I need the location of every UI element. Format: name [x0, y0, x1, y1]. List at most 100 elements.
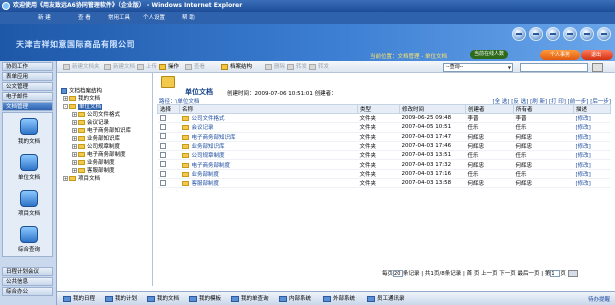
- menu-tools[interactable]: 常用工具: [108, 12, 130, 24]
- go-page-button[interactable]: [567, 270, 578, 277]
- menu-personal-settings[interactable]: 个人设置: [143, 12, 165, 24]
- archive-structure-button[interactable]: 档案结构: [221, 63, 252, 71]
- row-checkbox[interactable]: [159, 170, 166, 177]
- quick-my-docs[interactable]: 我的文档: [147, 295, 179, 304]
- quick-my-query[interactable]: 我的单查询: [231, 295, 269, 304]
- upload-button[interactable]: 上传: [137, 63, 157, 71]
- tree-unit-docs[interactable]: - 单位文档: [63, 104, 103, 111]
- search-shortcut[interactable]: 综合查询: [9, 226, 49, 254]
- home-circle-icon[interactable]: [563, 27, 577, 41]
- table-row[interactable]: 公司规章制度 文件夹 2007-04-03 13:51 任乐 任乐 [修改]: [157, 150, 611, 161]
- col-type[interactable]: 类型: [357, 104, 400, 114]
- row-edit-link[interactable]: [修改]: [573, 178, 611, 189]
- row-name[interactable]: 业务部知识库: [179, 141, 358, 152]
- personal-affairs-button[interactable]: 个人事务: [540, 50, 580, 60]
- expand-icon[interactable]: +: [63, 96, 68, 101]
- query-select[interactable]: --查询--: [443, 63, 513, 72]
- tree-item[interactable]: + 客服部制度: [72, 168, 115, 175]
- table-row[interactable]: 公司文件格式 文件夹 2009-06-25 09:48 李晋 李晋 [修改]: [157, 113, 611, 124]
- quick-external-system[interactable]: 外部系统: [323, 295, 355, 304]
- operate-button[interactable]: 操作: [159, 63, 179, 71]
- collapse-icon[interactable]: -: [63, 104, 68, 109]
- row-edit-link[interactable]: [修改]: [573, 132, 611, 142]
- row-edit-link[interactable]: [修改]: [573, 113, 611, 124]
- help-circle-icon[interactable]: [580, 27, 594, 41]
- row-edit-link[interactable]: [修改]: [573, 150, 611, 161]
- table-row[interactable]: 业务部制度 文件夹 2007-04-03 17:16 任乐 任乐 [修改]: [157, 169, 611, 180]
- col-modified[interactable]: 修改时间: [399, 104, 466, 114]
- my-docs-shortcut[interactable]: 我的文档: [9, 118, 49, 146]
- new-doc-button[interactable]: 新建文档: [104, 63, 135, 71]
- row-name[interactable]: 公司规章制度: [179, 150, 358, 161]
- col-creator[interactable]: 创建者: [465, 104, 514, 114]
- row-name[interactable]: 客服部制度: [179, 178, 358, 189]
- sidebar-item-office[interactable]: 综合办公: [2, 287, 53, 296]
- row-checkbox[interactable]: [159, 124, 166, 131]
- tree-item[interactable]: + 业务部知识库: [72, 136, 120, 143]
- col-name[interactable]: 名称: [179, 104, 358, 114]
- tree-item[interactable]: + 公司规章制度: [72, 144, 120, 151]
- tree-item[interactable]: + 电子商务部制度: [72, 152, 126, 159]
- sidebar-item-email[interactable]: 电子邮件: [2, 92, 53, 101]
- sidebar-item-doc-mgmt[interactable]: 文档管理: [2, 102, 53, 111]
- tree-item[interactable]: + 会议记录: [72, 120, 109, 127]
- sidebar-item-collab[interactable]: 协同工作: [2, 62, 53, 71]
- search-go-button[interactable]: [592, 63, 603, 72]
- row-checkbox[interactable]: [159, 179, 166, 186]
- sidebar-item-forms[interactable]: 表单应用: [2, 72, 53, 81]
- search-input[interactable]: [520, 63, 588, 72]
- quick-my-templates[interactable]: 我的模板: [189, 295, 221, 304]
- row-name[interactable]: 电子商务部制度: [179, 159, 358, 170]
- col-owner[interactable]: 所有者: [513, 104, 574, 114]
- quick-my-schedule[interactable]: 我的日程: [63, 295, 95, 304]
- row-name[interactable]: 业务部制度: [179, 169, 358, 180]
- view-button[interactable]: 查看: [185, 63, 205, 71]
- page-input[interactable]: [550, 270, 561, 277]
- close-circle-icon[interactable]: [597, 27, 611, 41]
- sidebar-item-schedule[interactable]: 日程计划会议: [2, 267, 53, 276]
- sidebar-item-official-docs[interactable]: 公文管理: [2, 82, 53, 91]
- pending-reminder[interactable]: 待办提醒: [588, 295, 610, 303]
- row-checkbox[interactable]: [159, 114, 166, 121]
- pager-summary[interactable]: 条记录 | 共1页/8条记录 | 首 页 上一页 下一页 最后一页 | 第: [403, 271, 550, 277]
- delete-button[interactable]: 删除: [265, 63, 285, 71]
- forward-circle-icon[interactable]: [529, 27, 543, 41]
- menu-view[interactable]: 查 看: [78, 12, 91, 24]
- row-edit-link[interactable]: [修改]: [573, 159, 611, 170]
- menu-new[interactable]: 新 建: [38, 12, 51, 24]
- quick-my-plan[interactable]: 我的计划: [105, 295, 137, 304]
- row-name[interactable]: 公司文件格式: [179, 113, 358, 124]
- row-checkbox[interactable]: [159, 142, 166, 149]
- per-page-input[interactable]: [393, 270, 404, 277]
- refresh-circle-icon[interactable]: [546, 27, 560, 41]
- sidebar-item-public-info[interactable]: 公共信息: [2, 277, 53, 286]
- row-edit-link[interactable]: [修改]: [573, 122, 611, 133]
- row-checkbox[interactable]: [159, 161, 166, 168]
- row-checkbox[interactable]: [159, 152, 166, 159]
- tree-item[interactable]: + 业务部制度: [72, 160, 115, 167]
- new-folder-button[interactable]: 新建文档夹: [63, 63, 100, 71]
- forward-button-2[interactable]: 转发: [309, 63, 329, 71]
- row-name[interactable]: 电子商务部知识库: [179, 132, 358, 142]
- row-edit-link[interactable]: [修改]: [573, 169, 611, 180]
- quick-internal-system[interactable]: 内部系统: [279, 295, 311, 304]
- tree-project-docs[interactable]: + 项目文档: [63, 176, 100, 183]
- row-checkbox[interactable]: [159, 133, 166, 140]
- quick-contacts[interactable]: 员工通讯录: [367, 295, 405, 304]
- tree-my-docs[interactable]: + 我的文档: [63, 96, 100, 103]
- project-docs-shortcut[interactable]: 项目文档: [9, 190, 49, 218]
- row-name[interactable]: 会议记录: [179, 122, 358, 133]
- table-row[interactable]: 业务部知识库 文件夹 2007-04-03 17:46 何辉忠 何辉忠 [修改]: [157, 141, 611, 152]
- table-row[interactable]: 客服部制度 文件夹 2007-04-03 13:58 何辉忠 何辉忠 [修改]: [157, 178, 611, 189]
- menu-help[interactable]: 帮 助: [182, 12, 195, 24]
- table-row[interactable]: 会议记录 文件夹 2007-04-05 10:51 任乐 任乐 [修改]: [157, 122, 611, 133]
- table-row[interactable]: 电子商务部知识库 文件夹 2007-04-03 17:47 何辉忠 何辉忠 [修改]: [157, 132, 611, 142]
- tree-root[interactable]: 文档档案结构: [61, 88, 102, 95]
- exit-button[interactable]: 退出: [581, 50, 613, 60]
- unit-docs-shortcut[interactable]: 单位文档: [9, 154, 49, 182]
- forward-button[interactable]: 转发: [287, 63, 307, 71]
- row-edit-link[interactable]: [修改]: [573, 141, 611, 152]
- tree-item[interactable]: + 公司文件格式: [72, 112, 120, 119]
- tree-item[interactable]: + 电子商务部知识库: [72, 128, 131, 135]
- table-row[interactable]: 电子商务部制度 文件夹 2007-04-03 17:32 何辉忠 何辉忠 [修改]: [157, 159, 611, 170]
